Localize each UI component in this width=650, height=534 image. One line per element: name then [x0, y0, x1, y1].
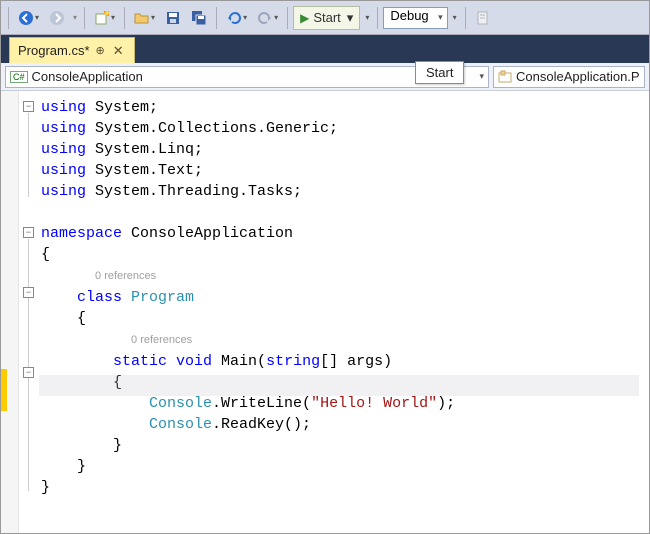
outline-line [28, 239, 29, 491]
current-line-highlight [39, 375, 639, 396]
fold-toggle[interactable]: − [23, 101, 34, 112]
undo-icon [226, 10, 242, 26]
scope-value: ConsoleApplication [32, 69, 143, 84]
fold-toggle[interactable]: − [23, 287, 34, 298]
chevron-down-icon: ▾ [479, 71, 484, 82]
new-project-button[interactable]: ▾ [90, 6, 119, 30]
outline-margin: − − − − [19, 91, 39, 533]
chevron-down-icon: ▾ [243, 13, 247, 22]
arrow-right-circle-icon [49, 10, 65, 26]
member-value: ConsoleApplication.P [516, 69, 640, 84]
find-in-files-button[interactable] [471, 6, 495, 30]
start-button[interactable]: ▶ Start ▾ [293, 6, 360, 30]
chevron-down-icon: ▾ [274, 13, 278, 22]
toolbar-separator [287, 7, 288, 29]
tab-program-cs[interactable]: Program.cs* ⊕ ✕ [9, 37, 135, 63]
chevron-down-icon: ▾ [35, 13, 39, 22]
toolbar-separator [124, 7, 125, 29]
toolbar-separator [216, 7, 217, 29]
redo-icon [257, 10, 273, 26]
play-icon: ▶ [300, 11, 309, 25]
close-icon[interactable]: ✕ [111, 43, 126, 59]
chevron-down-icon[interactable]: ▾ [365, 13, 369, 22]
outline-line [28, 113, 29, 197]
chevron-down-icon: ▾ [347, 10, 354, 26]
solution-config-dropdown[interactable]: Debug [383, 7, 447, 29]
open-folder-icon [134, 10, 150, 26]
save-button[interactable] [161, 6, 185, 30]
start-tooltip: Start [415, 61, 464, 84]
save-all-button[interactable] [187, 6, 211, 30]
toolbar-separator [84, 7, 85, 29]
chevron-down-icon[interactable]: ▾ [453, 13, 457, 22]
code-content[interactable]: using System; using System.Collections.G… [39, 91, 649, 533]
fold-toggle[interactable]: − [23, 367, 34, 378]
save-icon [165, 10, 181, 26]
undo-button[interactable]: ▾ [222, 6, 251, 30]
toolbar-separator [8, 7, 9, 29]
indicator-margin [1, 91, 19, 533]
toolbar-separator [465, 7, 466, 29]
save-all-icon [191, 10, 207, 26]
chevron-down-icon: ▾ [151, 13, 155, 22]
redo-button[interactable]: ▾ [253, 6, 282, 30]
nav-back-button[interactable]: ▾ [14, 6, 43, 30]
new-project-icon [94, 10, 110, 26]
pin-icon[interactable]: ⊕ [96, 44, 105, 57]
fold-toggle[interactable]: − [23, 227, 34, 238]
tooltip-text: Start [426, 65, 453, 80]
chevron-down-icon[interactable]: ▾ [73, 13, 77, 22]
nav-forward-button[interactable] [45, 6, 69, 30]
change-marker [1, 369, 7, 411]
code-nav-bar: C# ConsoleApplication ▾ ConsoleApplicati… [1, 63, 649, 91]
tab-title: Program.cs* [18, 43, 90, 58]
document-tab-bar: Program.cs* ⊕ ✕ Start [1, 35, 649, 63]
chevron-down-icon: ▾ [111, 13, 115, 22]
main-toolbar: ▾ ▾ ▾ ▾ ▾ ▾ ▶ Start ▾ ▾ Debug ▾ [1, 1, 649, 35]
document-icon [475, 10, 491, 26]
solution-config-value: Debug [383, 7, 447, 29]
member-dropdown[interactable]: ConsoleApplication.P [493, 66, 645, 88]
toolbar-separator [377, 7, 378, 29]
language-badge: C# [10, 71, 28, 83]
open-file-button[interactable]: ▾ [130, 6, 159, 30]
start-button-label: Start [313, 10, 340, 25]
code-editor[interactable]: − − − − using System; using System.Colle… [1, 91, 649, 533]
namespace-icon [498, 70, 512, 84]
arrow-left-circle-icon [18, 10, 34, 26]
